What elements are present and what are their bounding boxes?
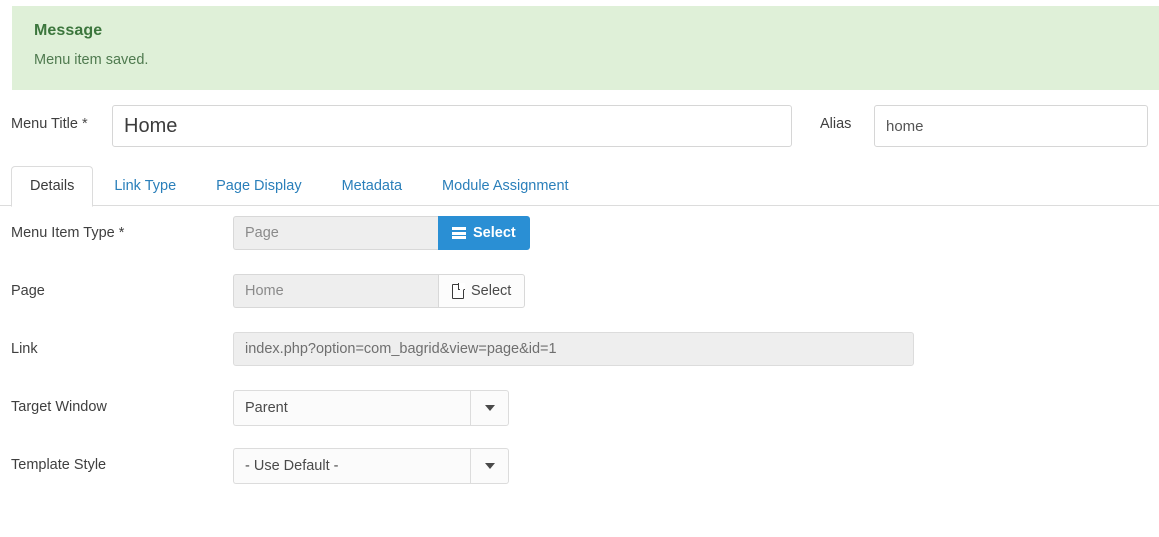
target-window-selected-value[interactable]: Parent <box>233 390 470 426</box>
menu-item-type-value-input[interactable] <box>233 216 438 250</box>
alert-message-text: Menu item saved. <box>34 52 149 68</box>
target-window-field: Parent <box>233 390 509 426</box>
link-value-input[interactable] <box>233 332 914 366</box>
template-style-selected-value[interactable]: - Use Default - <box>233 448 470 484</box>
tab-module-assignment[interactable]: Module Assignment <box>423 166 588 206</box>
page-field: Select <box>233 274 526 308</box>
title-row: Menu Title * Alias <box>0 105 1159 147</box>
target-window-label: Target Window <box>11 399 107 415</box>
page-label: Page <box>11 283 45 299</box>
menu-item-type-required-marker: * <box>118 225 125 241</box>
menu-title-label-text: Menu Title <box>11 116 78 132</box>
tab-page-display[interactable]: Page Display <box>197 166 320 206</box>
row-link: Link <box>0 322 1159 380</box>
link-field <box>233 332 914 366</box>
menu-item-type-select-label: Select <box>473 225 516 241</box>
tab-link-type[interactable]: Link Type <box>95 166 195 206</box>
alert-title: Message <box>34 22 103 39</box>
page-select-button[interactable]: Select <box>438 274 526 308</box>
row-template-style: Template Style - Use Default - <box>0 438 1159 496</box>
menu-item-type-input-group: Select <box>233 216 530 250</box>
row-menu-item-type: Menu Item Type * Select <box>0 206 1159 264</box>
chevron-down-icon <box>484 405 495 411</box>
template-style-field: - Use Default - <box>233 448 509 484</box>
row-page: Page Select <box>0 264 1159 322</box>
page-value-input[interactable] <box>233 274 438 308</box>
message-alert: Message Menu item saved. <box>12 6 1159 90</box>
menu-item-type-field: Select <box>233 216 530 250</box>
menu-item-type-label: Menu Item Type * <box>11 225 124 241</box>
tab-bar: Details Link Type Page Display Metadata … <box>0 166 1159 207</box>
template-style-label: Template Style <box>11 457 107 473</box>
alias-input[interactable] <box>874 105 1148 147</box>
details-form: Menu Item Type * Select Page <box>0 206 1159 496</box>
tab-details[interactable]: Details <box>11 166 94 207</box>
list-icon <box>452 227 466 239</box>
menu-title-input[interactable] <box>112 105 792 147</box>
menu-item-type-select-button[interactable]: Select <box>438 216 530 250</box>
template-style-dropdown-toggle[interactable] <box>470 448 509 484</box>
page-select-label: Select <box>471 283 512 299</box>
target-window-dropdown-toggle[interactable] <box>470 390 509 426</box>
link-label: Link <box>11 341 38 357</box>
page-input-group: Select <box>233 274 526 308</box>
chevron-down-icon <box>484 463 495 469</box>
menu-item-edit-page: Message Menu item saved. Menu Title * Al… <box>0 0 1159 537</box>
row-target-window: Target Window Parent <box>0 380 1159 438</box>
file-icon <box>452 283 465 299</box>
menu-title-required-marker: * <box>81 116 88 132</box>
menu-title-label: Menu Title * <box>11 116 88 132</box>
template-style-select[interactable]: - Use Default - <box>233 448 509 484</box>
target-window-select[interactable]: Parent <box>233 390 509 426</box>
tab-metadata[interactable]: Metadata <box>323 166 421 206</box>
alias-label: Alias <box>820 116 852 132</box>
menu-item-type-label-text: Menu Item Type <box>11 225 115 241</box>
